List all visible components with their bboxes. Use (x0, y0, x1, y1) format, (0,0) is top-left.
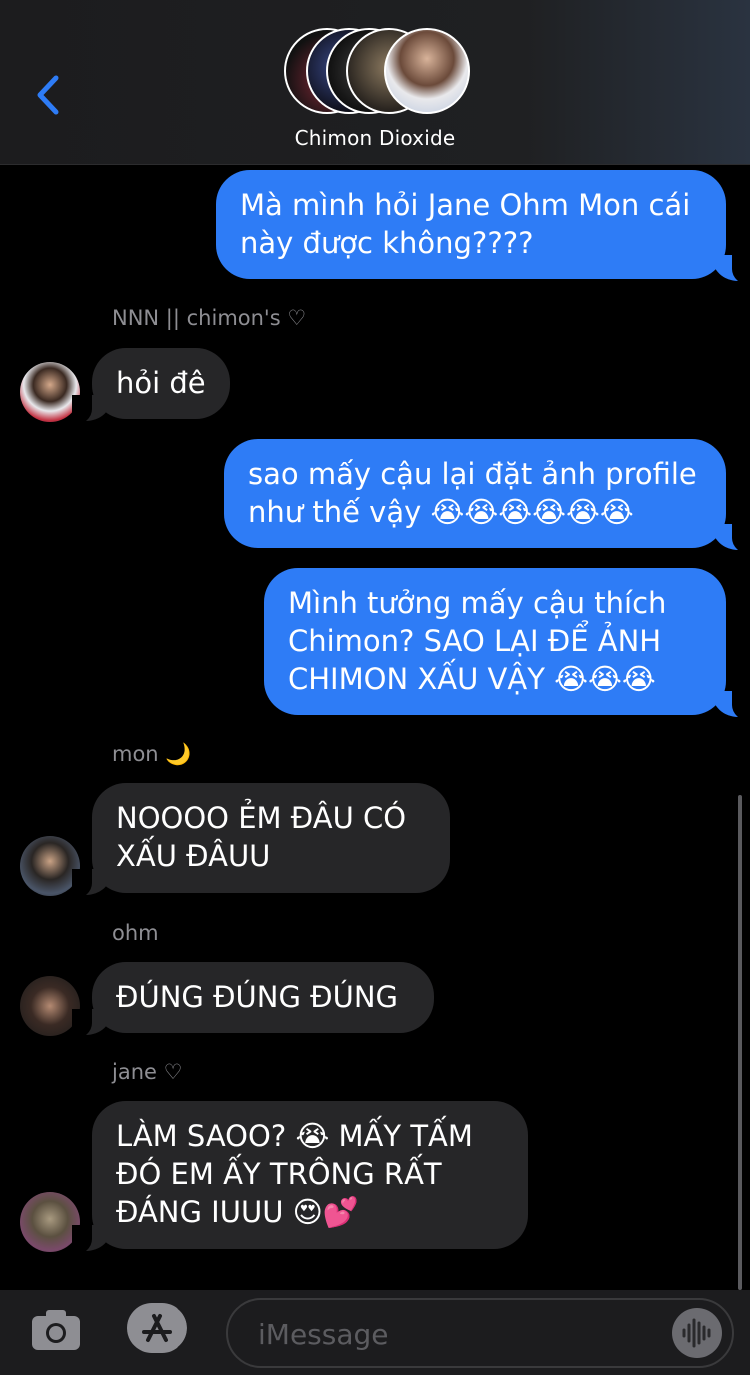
conversation-header: Chimon Dioxide (0, 0, 750, 165)
outgoing-message[interactable]: Mình tưởng mấy cậu thích Chimon? SAO LẠI… (264, 568, 726, 715)
bubble-tail (72, 395, 112, 425)
chevron-left-icon (37, 75, 59, 115)
sender-name: jane ♡ (112, 1060, 183, 1084)
incoming-message[interactable]: hỏi đê (92, 348, 230, 419)
bubble-tail (712, 691, 750, 721)
avatar[interactable] (20, 836, 80, 896)
avatar[interactable] (20, 1192, 80, 1252)
incoming-message[interactable]: LÀM SAOO? 😭 MẤY TẤM ĐÓ EM ẤY TRÔNG RẤT Đ… (92, 1101, 528, 1249)
input-placeholder: iMessage (258, 1318, 389, 1351)
message-input[interactable]: iMessage (226, 1298, 734, 1368)
bubble-tail (72, 1009, 112, 1039)
message-text: Mình tưởng mấy cậu thích Chimon? SAO LẠI… (288, 586, 667, 696)
message-text: hỏi đê (116, 366, 206, 400)
avatar[interactable] (20, 976, 80, 1036)
sender-name: mon 🌙 (112, 742, 192, 766)
message-text: Mà mình hỏi Jane Ohm Mon cái này được kh… (240, 188, 691, 260)
bubble-tail (72, 869, 112, 899)
sender-name: NNN || chimon's ♡ (112, 306, 307, 330)
message-text: NOOOO ẺM ĐÂU CÓ XẤU ĐÂUU (116, 801, 407, 873)
incoming-message[interactable]: ĐÚNG ĐÚNG ĐÚNG (92, 962, 434, 1033)
outgoing-message[interactable]: Mà mình hỏi Jane Ohm Mon cái này được kh… (216, 170, 726, 279)
incoming-message[interactable]: NOOOO ẺM ĐÂU CÓ XẤU ĐÂUU (92, 783, 450, 893)
camera-button[interactable] (30, 1308, 82, 1352)
back-button[interactable] (30, 70, 70, 120)
conversation-title[interactable]: Chimon Dioxide (0, 126, 750, 150)
scrollbar[interactable] (738, 795, 742, 1290)
message-text: ĐÚNG ĐÚNG ĐÚNG (116, 980, 399, 1014)
sender-name: ohm (112, 921, 159, 945)
message-text: LÀM SAOO? 😭 MẤY TẤM ĐÓ EM ẤY TRÔNG RẤT Đ… (116, 1119, 473, 1229)
app-store-icon (127, 1303, 189, 1353)
app-store-button[interactable] (126, 1302, 189, 1354)
outgoing-message[interactable]: sao mấy cậu lại đặt ảnh profile như thế … (224, 439, 726, 548)
bubble-tail (712, 524, 750, 554)
bubble-tail (712, 255, 750, 285)
group-avatar-stack[interactable] (284, 28, 470, 114)
bubble-tail (72, 1225, 112, 1255)
message-text: sao mấy cậu lại đặt ảnh profile như thế … (248, 457, 697, 529)
audio-button[interactable] (672, 1308, 722, 1358)
avatar[interactable] (20, 362, 80, 422)
group-avatar (384, 28, 470, 114)
compose-bar: iMessage (0, 1290, 750, 1375)
audio-waveform-icon (682, 1318, 711, 1348)
camera-icon (32, 1310, 80, 1350)
